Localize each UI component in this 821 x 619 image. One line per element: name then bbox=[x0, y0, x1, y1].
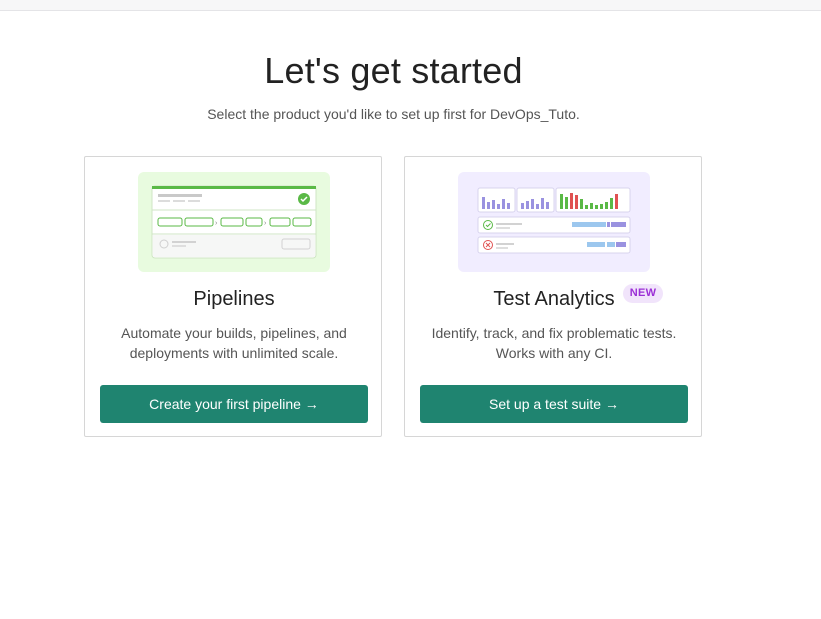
pipelines-illustration: › › bbox=[138, 172, 330, 272]
test-analytics-illustration bbox=[458, 172, 650, 272]
test-analytics-description: Identify, track, and fix problematic tes… bbox=[431, 325, 677, 361]
top-bar bbox=[0, 0, 821, 11]
pipelines-title: Pipelines bbox=[193, 288, 275, 310]
create-first-pipeline-button[interactable]: Create your first pipeline → bbox=[100, 385, 368, 423]
test-analytics-card[interactable]: Test Analytics NEW Identify, track, and … bbox=[404, 156, 702, 437]
page-subtitle: Select the product you'd like to set up … bbox=[207, 106, 580, 122]
page-title: Let's get started bbox=[264, 50, 523, 91]
set-up-test-suite-button[interactable]: Set up a test suite → bbox=[420, 385, 688, 423]
pipelines-description: Automate your builds, pipelines, and dep… bbox=[121, 325, 347, 361]
pipelines-card[interactable]: › › Pipelines Automate your builds, pipe… bbox=[84, 156, 382, 437]
new-badge: NEW bbox=[623, 284, 663, 303]
